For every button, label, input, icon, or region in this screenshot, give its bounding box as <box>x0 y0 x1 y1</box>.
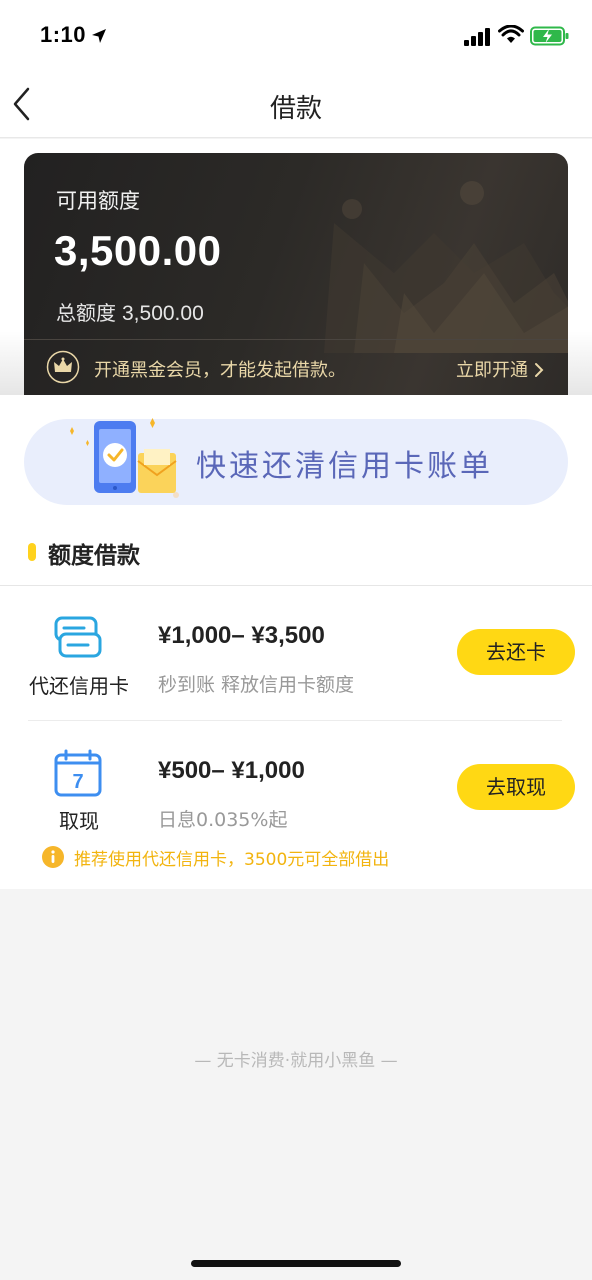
svg-text:7: 7 <box>72 771 83 793</box>
loan-item-desc: 秒到账 释放信用卡额度 <box>158 674 355 696</box>
card-decoration <box>324 181 568 353</box>
repay-card-button[interactable]: 去还卡 <box>457 629 575 675</box>
recommend-tip: 推荐使用代还信用卡，3500元可全部借出 <box>74 850 390 870</box>
loan-item-name: 代还信用卡 <box>29 674 129 698</box>
loan-item-range: ¥1,000– ¥3,500 <box>158 622 325 649</box>
status-time: 1:10 <box>40 22 87 47</box>
home-indicator[interactable] <box>191 1260 401 1267</box>
signal-icon <box>464 28 490 46</box>
total-credit-label: 总额度 <box>56 301 116 325</box>
wifi-icon <box>498 25 524 43</box>
available-credit-label: 可用额度 <box>56 189 140 213</box>
member-tip: 开通黑金会员，才能发起借款。 <box>94 360 346 381</box>
item-divider <box>28 720 562 721</box>
crown-icon <box>46 350 80 384</box>
section-title-marker <box>28 543 36 561</box>
banner-section: 快速还清信用卡账单 额度借款 <box>0 395 592 585</box>
calendar-7-icon: 7 <box>54 749 102 797</box>
status-bar: 1:10 <box>0 0 592 72</box>
card-divider <box>24 339 568 340</box>
footer-slogan: — 无卡消费·就用小黑鱼 — <box>194 1051 398 1071</box>
section-title: 额度借款 <box>48 543 140 569</box>
available-credit-amount: 3,500.00 <box>54 227 222 274</box>
open-membership-link[interactable]: 立即开通 <box>456 356 544 382</box>
chevron-right-icon <box>535 363 544 377</box>
phone-check-icon <box>70 418 179 498</box>
battery-charging-icon <box>530 26 569 46</box>
nav-bar: 借款 <box>0 72 592 138</box>
location-arrow-icon <box>92 29 106 43</box>
info-icon <box>42 846 64 868</box>
credit-card: 可用额度 3,500.00 总额度 3,500.00 开通黑金会员，才能发起借款。… <box>24 153 568 395</box>
loan-item-desc: 日息0.035%起 <box>158 809 288 831</box>
loan-item-name: 取现 <box>59 809 99 833</box>
card-repay-icon <box>54 616 102 658</box>
open-membership-label: 立即开通 <box>456 360 528 381</box>
total-credit-amount: 3,500.00 <box>122 302 204 325</box>
page-title: 借款 <box>269 94 322 124</box>
withdraw-cash-button[interactable]: 去取现 <box>457 764 575 810</box>
repay-banner[interactable]: 快速还清信用卡账单 <box>24 418 568 505</box>
total-credit: 总额度 3,500.00 <box>56 297 204 326</box>
loan-item-range: ¥500– ¥1,000 <box>158 757 305 784</box>
loan-list: 代还信用卡 ¥1,000– ¥3,500 秒到账 释放信用卡额度 去还卡 7 取… <box>0 585 592 889</box>
banner-text: 快速还清信用卡账单 <box>196 449 493 484</box>
